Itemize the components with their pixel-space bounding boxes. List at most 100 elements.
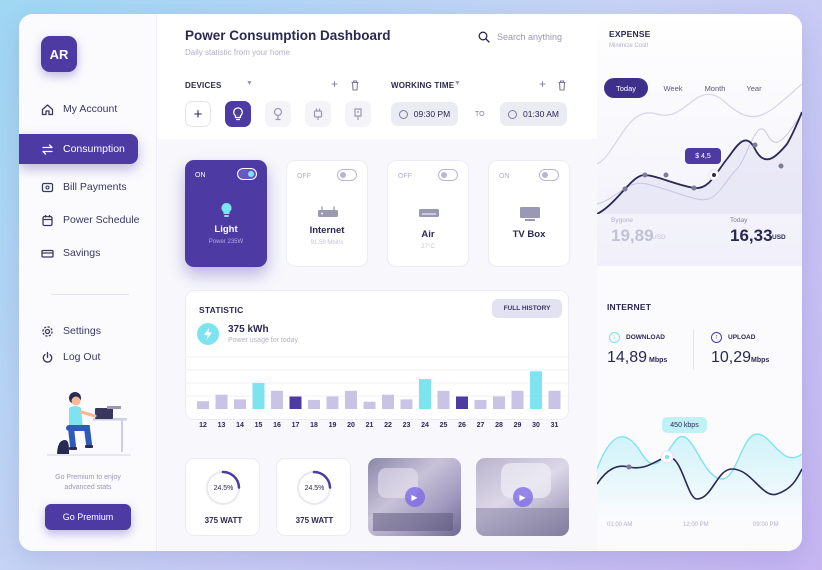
go-premium-button[interactable]: Go Premium <box>45 504 131 530</box>
x-tick-label: 16 <box>273 422 281 429</box>
internet-title: INTERNET <box>607 302 652 312</box>
bar-14[interactable] <box>234 399 246 409</box>
trash-icon[interactable] <box>557 78 567 96</box>
x-tick-label: 29 <box>514 422 522 429</box>
bar-30[interactable] <box>530 371 542 409</box>
working-time-dropdown-icon[interactable]: ▼ <box>454 80 461 87</box>
device-name: Light <box>214 224 238 235</box>
camera-feed-2[interactable]: ▶ <box>476 458 569 536</box>
x-tick-label: 15 <box>255 422 263 429</box>
search-placeholder: Search anything <box>497 32 563 42</box>
device-filter-lamp[interactable] <box>265 101 291 127</box>
bar-26[interactable] <box>456 396 468 409</box>
time-to-label: TO <box>475 111 485 118</box>
devices-dropdown-icon[interactable]: ▼ <box>246 80 253 87</box>
bar-31[interactable] <box>548 390 561 409</box>
bar-29[interactable] <box>511 390 524 409</box>
sidebar-item-label: Consumption <box>63 143 125 155</box>
device-card-light[interactable]: ON Light Power 235W <box>185 160 267 267</box>
gauge-label: 375 WATT <box>295 516 334 525</box>
play-button[interactable]: ▶ <box>512 487 533 507</box>
download-unit: Mbps <box>649 357 668 364</box>
bar-18[interactable] <box>308 399 320 409</box>
transfer-icon <box>40 142 54 156</box>
play-button[interactable]: ▶ <box>404 487 425 507</box>
internet-divider <box>693 330 694 370</box>
device-card-tv-box[interactable]: ON TV Box <box>488 160 570 267</box>
full-history-button[interactable]: FULL HISTORY <box>492 299 562 318</box>
statistic-card: STATISTIC FULL HISTORY 375 kWh Power usa… <box>185 290 570 429</box>
today-unit: USD <box>772 234 786 241</box>
device-filter-bulb[interactable] <box>225 101 251 127</box>
x-tick-label: 28 <box>495 422 503 429</box>
gauge-label: 375 WATT <box>204 516 243 525</box>
trash-icon[interactable] <box>350 78 360 96</box>
bar-23[interactable] <box>400 399 413 409</box>
search-bar[interactable]: Search anything <box>478 31 562 43</box>
working-time-label: WORKING TIME <box>391 81 455 90</box>
x-tick-label: 20 <box>347 422 355 429</box>
time-label: 12:00 PM <box>683 522 709 528</box>
device-filter-plug[interactable] <box>305 101 331 127</box>
bygone-value: 19,89 <box>611 226 654 245</box>
sidebar-item-consumption[interactable]: Consumption <box>19 134 138 164</box>
lamp-icon <box>273 107 283 121</box>
x-tick-label: 26 <box>458 422 466 429</box>
add-device-small-icon[interactable]: + <box>331 77 338 91</box>
expense-title: EXPENSE <box>609 29 651 39</box>
add-time-icon[interactable]: + <box>539 77 546 91</box>
bar-21[interactable] <box>363 401 376 409</box>
add-device-button[interactable]: + <box>185 101 211 127</box>
device-toggle[interactable] <box>438 169 458 181</box>
download-value: 14,89 <box>607 349 648 366</box>
camera-feed-1[interactable]: ▶ <box>368 458 461 536</box>
device-card-air[interactable]: OFF Air 27°C <box>387 160 469 267</box>
sidebar-item-label: Power Schedule <box>63 214 140 226</box>
bar-12[interactable] <box>197 401 209 409</box>
x-tick-label: 30 <box>532 422 540 429</box>
upload-unit: Mbps <box>751 357 770 364</box>
sidebar-item-my-account[interactable]: My Account <box>19 94 157 124</box>
device-toggle[interactable] <box>539 169 559 181</box>
power-icon <box>40 350 54 364</box>
x-tick-label: 12 <box>199 422 207 429</box>
bar-15[interactable] <box>252 383 265 409</box>
devices-label: DEVICES <box>185 81 222 90</box>
logout-button[interactable]: Log Out <box>19 342 157 372</box>
bar-13[interactable] <box>215 394 228 409</box>
right-panel: EXPENSE Minimize Cost! Today Week Month … <box>597 14 802 551</box>
bar-27[interactable] <box>474 399 487 409</box>
device-toggle[interactable] <box>237 168 257 180</box>
bar-20[interactable] <box>345 390 357 409</box>
bar-16[interactable] <box>271 390 283 409</box>
x-tick-label: 25 <box>440 422 448 429</box>
device-filter-socket[interactable] <box>345 101 371 127</box>
bar-19[interactable] <box>326 396 339 409</box>
bar-17[interactable] <box>289 396 302 409</box>
x-tick-label: 17 <box>292 422 300 429</box>
sidebar-item-bill-payments[interactable]: Bill Payments <box>19 172 157 202</box>
bar-28[interactable] <box>493 396 505 409</box>
sidebar-item-power-schedule[interactable]: Power Schedule <box>19 205 157 235</box>
x-tick-label: 21 <box>366 422 374 429</box>
device-status: OFF <box>398 173 412 180</box>
time-from-input[interactable]: 09:30 PM <box>391 102 458 126</box>
clock-icon <box>508 109 518 119</box>
bar-22[interactable] <box>382 394 394 409</box>
device-toggle[interactable] <box>337 169 357 181</box>
socket-icon <box>354 108 362 120</box>
device-card-internet[interactable]: OFF Internet 91.59 Mbit/s <box>286 160 368 267</box>
expense-line-chart <box>597 83 802 214</box>
sidebar-item-savings[interactable]: Savings <box>19 238 157 268</box>
search-icon <box>478 31 490 43</box>
bar-24[interactable] <box>419 379 431 409</box>
money-icon <box>40 246 54 260</box>
x-tick-label: 18 <box>310 422 318 429</box>
avatar[interactable]: AR <box>41 36 77 72</box>
time-to-input[interactable]: 01:30 AM <box>500 102 567 126</box>
logout-label: Log Out <box>63 351 101 363</box>
bar-25[interactable] <box>437 390 450 409</box>
gauge-percent: 24.5% <box>304 485 325 492</box>
x-tick-label: 13 <box>218 422 226 429</box>
statistic-value: 375 kWh <box>228 324 269 335</box>
